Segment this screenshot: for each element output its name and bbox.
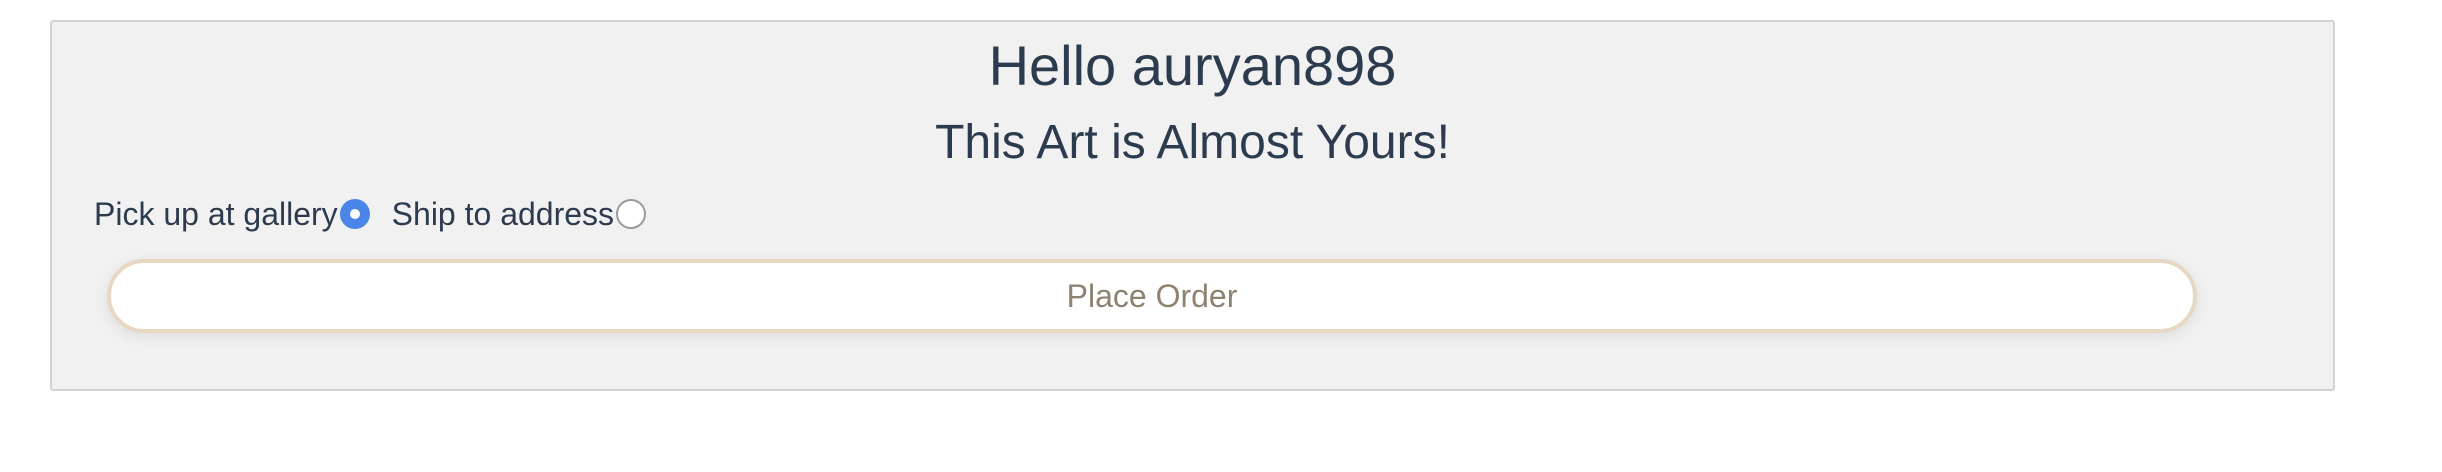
- pickup-radio[interactable]: [339, 199, 370, 229]
- place-order-button[interactable]: Place Order: [107, 259, 2197, 333]
- ship-radio[interactable]: [616, 199, 647, 229]
- pickup-option[interactable]: Pick up at gallery: [94, 196, 370, 233]
- ship-option-label: Ship to address: [391, 195, 615, 232]
- ship-option[interactable]: Ship to address: [391, 195, 647, 233]
- checkout-subtitle: This Art is Almost Yours!: [935, 116, 1450, 169]
- delivery-options: Pick up at gallery Ship to address: [94, 192, 647, 236]
- pickup-option-label: Pick up at gallery: [94, 195, 338, 232]
- checkout-panel: Hello auryan898 This Art is Almost Yours…: [50, 20, 2335, 391]
- greeting-heading: Hello auryan898: [988, 34, 1397, 97]
